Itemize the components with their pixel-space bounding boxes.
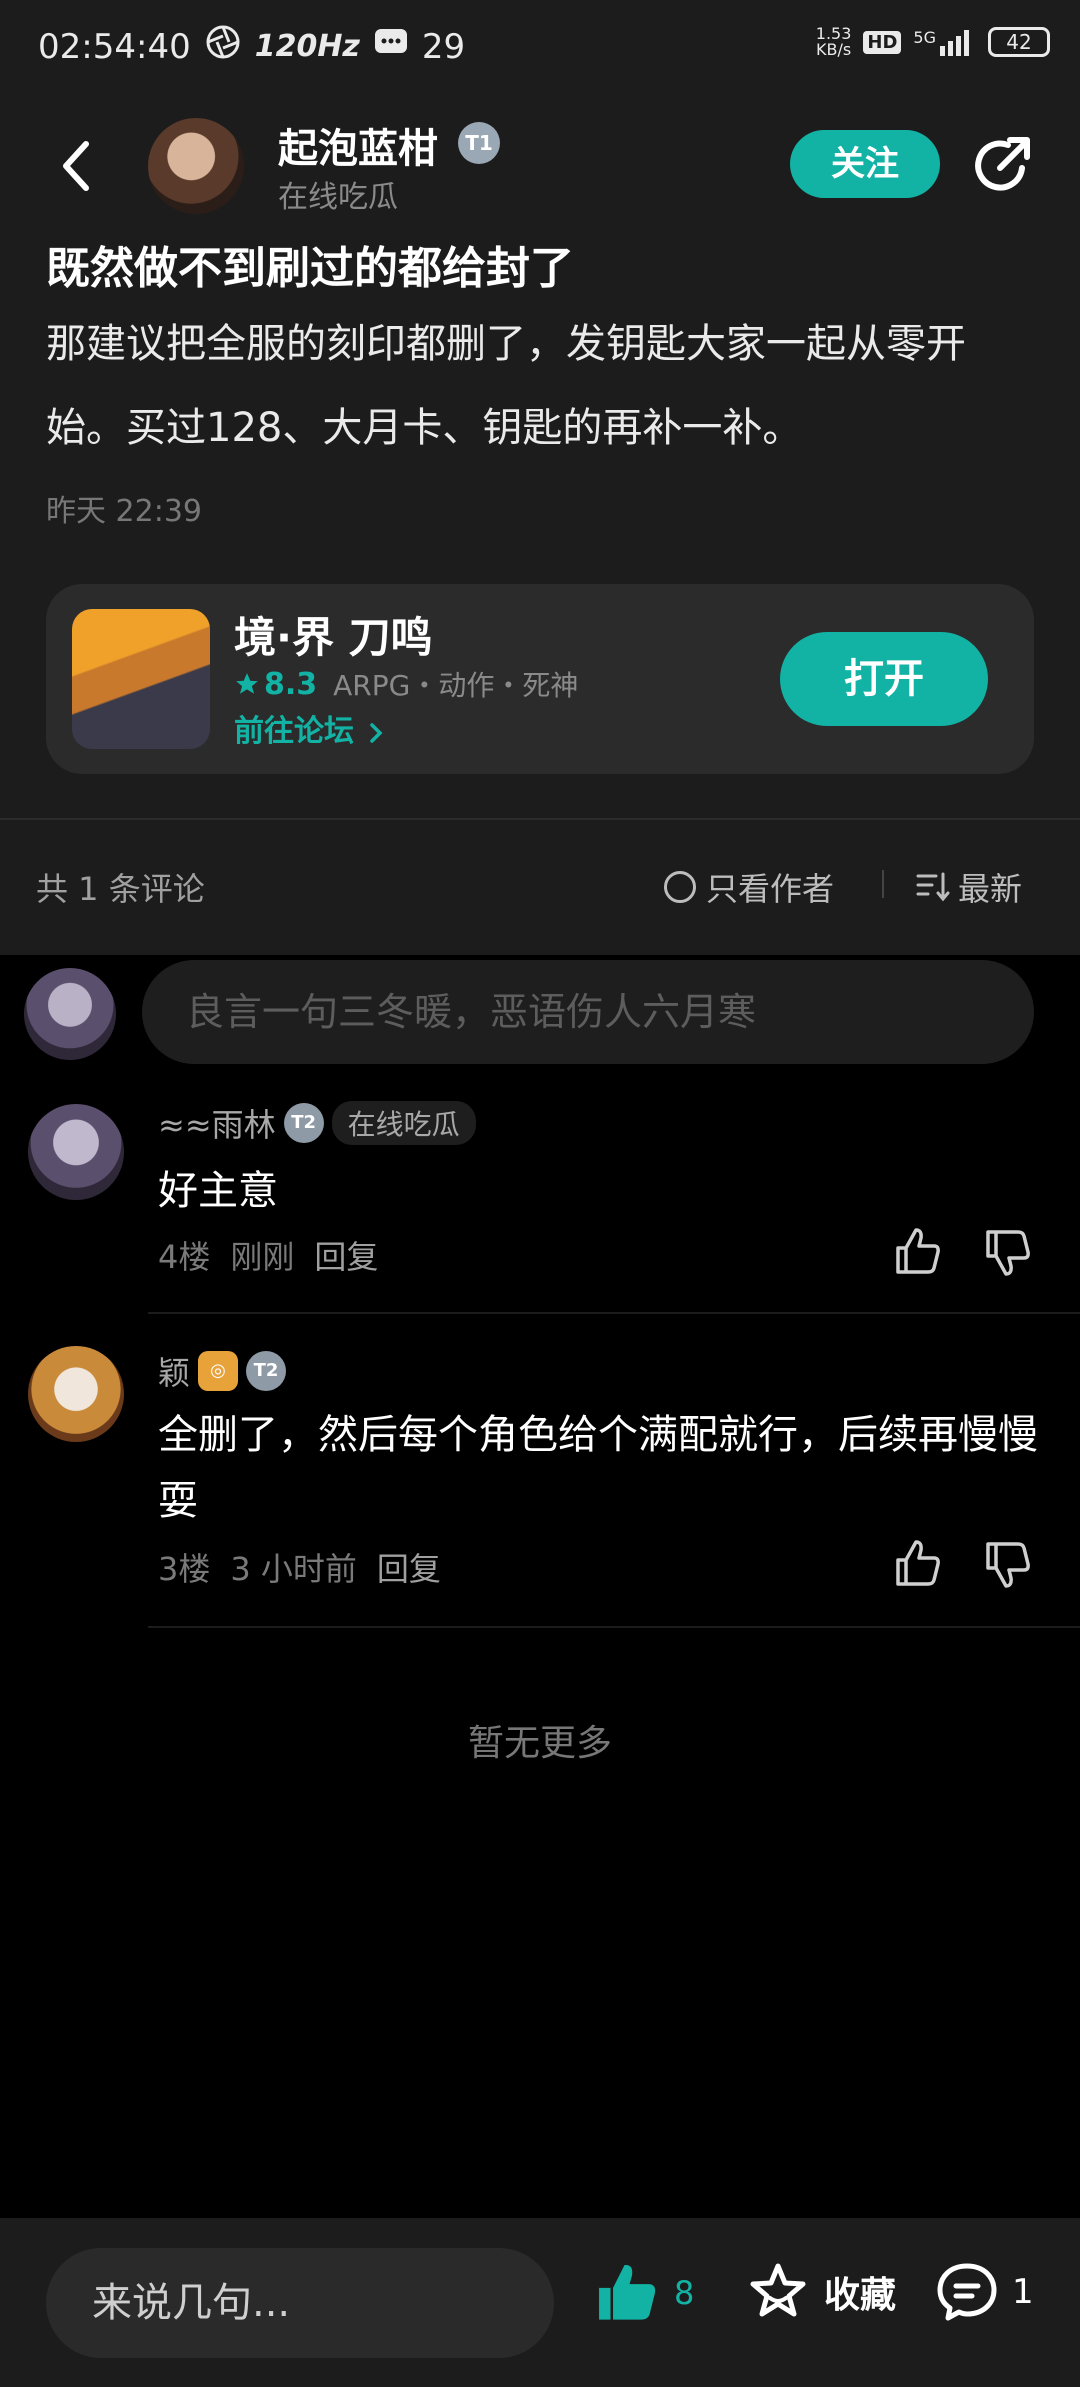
like-count: 8 [674,2274,695,2312]
divider [148,1312,1080,1314]
net-speed: 1.53 KB/s [816,26,852,58]
back-arrow-icon[interactable] [56,136,96,196]
author-level-badge: T1 [458,122,500,164]
thumbs-up-filled-icon [599,2264,656,2320]
comment-time: 3 小时前 [230,1550,357,1588]
comment-input-row: 良言一句三冬暖，恶语伤人六月寒 [0,958,1080,1068]
star-outline-icon [750,2263,806,2317]
comment-count: 共 1 条评论 [36,870,205,908]
author-only-toggle[interactable]: 只看作者 [664,864,834,910]
comment-meta: 3楼 3 小时前 回复 [158,1544,441,1590]
comment-button[interactable]: 1 [934,2260,1034,2324]
status-bar: 02:54:40 120Hz 29 1.53 KB/s HD 5G 42 [0,0,1080,90]
share-icon[interactable] [970,134,1034,198]
status-left: 02:54:40 120Hz 29 [38,24,465,69]
game-icon [72,609,210,749]
refresh-rate: 120Hz [254,29,360,64]
game-rating: 8.3 [234,667,317,702]
game-card[interactable]: 境·界 刀鸣 8.3 ARPG・动作・死神 前往论坛 打开 [46,584,1034,774]
commenter-name[interactable]: 颖 [158,1348,190,1394]
no-more-text: 暂无更多 [467,1723,612,1764]
comment-floor: 3楼 [158,1550,211,1588]
comment-text: 全删了，然后每个角色给个满配就行，后续再慢慢耍 [158,1412,1038,1524]
radio-icon [664,871,696,903]
favorite-label: 收藏 [824,2275,897,2316]
comment-floor: 4楼 [158,1238,211,1276]
comment-meta: 4楼 刚刚 回复 [158,1232,378,1278]
author-avatar[interactable] [148,118,244,214]
post-body: 那建议把全服的刻印都删了，发钥匙大家一起从零开始。买过128、大月卡、钥匙的再补… [46,321,966,451]
commenter-tag: 在线吃瓜 [331,1101,476,1145]
hd-badge: HD [863,30,902,54]
post-title: 既然做不到刷过的都给封了 [46,243,574,294]
game-name: 境·界 刀鸣 [234,613,433,662]
divider [148,1626,1080,1628]
commenter-name-row: 颖 ◎ T2 [158,1348,287,1394]
like-button[interactable]: 8 [594,2260,694,2326]
author-only-label: 只看作者 [706,870,835,908]
battery-indicator: 42 [988,27,1050,57]
commenter-level-badge: T2 [246,1351,287,1391]
signal-icon: 5G [913,28,976,56]
star-icon [236,673,258,694]
thumbs-up-icon[interactable] [892,1226,944,1278]
sort-label: 最新 [958,870,1023,908]
comments-header: 共 1 条评论 只看作者 最新 [0,820,1080,954]
bottom-action-bar: 来说几句... 8 收藏 1 [0,2218,1080,2387]
post-time: 昨天 22:39 [46,494,202,529]
thumbs-down-icon[interactable] [982,1538,1034,1590]
status-right: 1.53 KB/s HD 5G 42 [816,26,1050,58]
divider [882,870,884,898]
game-tags: ARPG・动作・死神 [333,669,579,702]
open-game-button[interactable]: 打开 [780,632,988,726]
network-type: 5G [913,28,936,47]
game-meta: 8.3 ARPG・动作・死神 [234,664,578,704]
author-subtitle: 在线吃瓜 [278,180,398,215]
favorite-button[interactable]: 收藏 [746,2260,896,2324]
comment-time: 刚刚 [230,1238,295,1276]
thumbs-down-icon[interactable] [982,1226,1034,1278]
reply-button[interactable]: 回复 [314,1232,378,1278]
commenter-level-badge: T2 [283,1103,324,1143]
comment-text: 好主意 [158,1168,278,1214]
commenter-avatar[interactable] [28,1104,124,1200]
follow-button[interactable]: 关注 [790,130,940,198]
net-speed-unit: KB/s [815,40,852,59]
status-time: 02:54:40 [38,26,191,67]
sort-toggle[interactable]: 最新 [916,864,1022,910]
aperture-icon [205,24,241,69]
commenter-avatar[interactable] [28,1346,124,1442]
thumbs-up-icon[interactable] [892,1538,944,1590]
chevron-right-icon [370,722,383,743]
notif-count: 29 [421,26,466,67]
reply-input[interactable]: 来说几句... [46,2248,554,2358]
message-icon [374,27,408,67]
rating-value: 8.3 [264,666,318,702]
commenter-name[interactable]: ≈≈雨林 [158,1100,276,1146]
reply-button[interactable]: 回复 [377,1544,441,1590]
comment-item: ≈≈雨林 T2 在线吃瓜 好主意 4楼 刚刚 回复 [0,1100,1080,1314]
comment-item: 颖 ◎ T2 全删了，然后每个角色给个满配就行，后续再慢慢耍 3楼 3 小时前 … [0,1344,1080,1628]
comment-count-bottom: 1 [1012,2272,1034,2312]
forum-link-label: 前往论坛 [234,714,354,749]
comment-input[interactable]: 良言一句三冬暖，恶语伤人六月寒 [142,960,1034,1064]
honor-badge-icon: ◎ [198,1351,239,1391]
post-header: 起泡蓝柑 T1 在线吃瓜 关注 [0,110,1080,220]
commenter-name-row: ≈≈雨林 T2 在线吃瓜 [158,1100,476,1146]
forum-link[interactable]: 前往论坛 [234,706,386,750]
sort-icon [916,872,950,902]
avatar [24,968,116,1060]
author-name[interactable]: 起泡蓝柑 [278,116,438,174]
comment-bubble-icon [937,2263,997,2321]
